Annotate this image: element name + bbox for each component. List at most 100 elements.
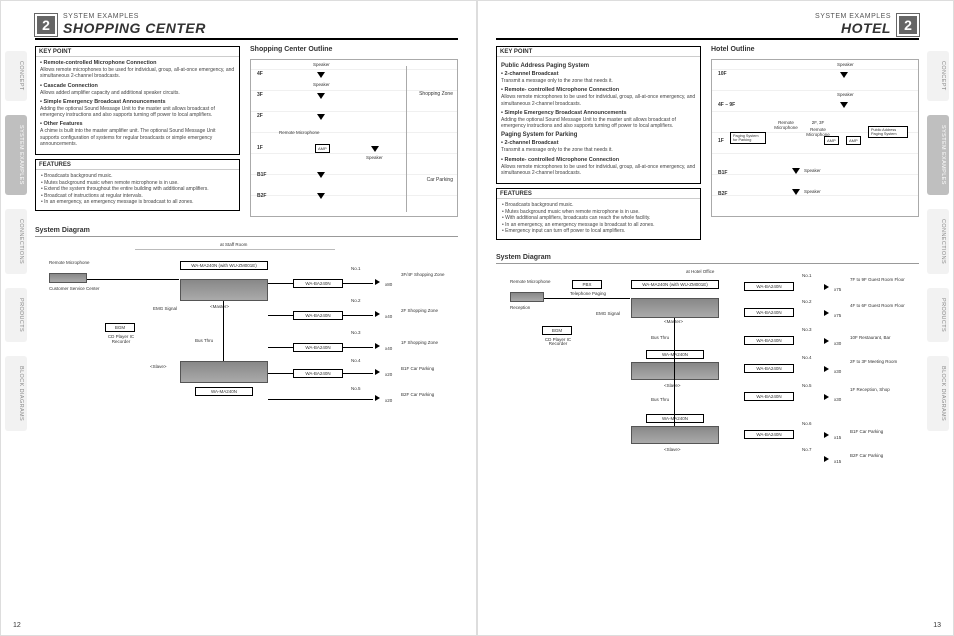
tab-connections[interactable]: CONNECTIONS [5,209,27,274]
out-no: No.1 [802,274,812,279]
tab-products[interactable]: PRODUCTS [5,288,27,342]
amp-label: AMP [846,136,861,145]
speaker-icon [375,343,380,349]
floors23-label: 2F, 3F [804,120,832,125]
slave-label: <Slave> [664,384,681,389]
speaker-icon [824,338,829,344]
out-zone: 1F Reception, Shop [850,388,914,393]
tel-paging-label: Telephone Paging [566,292,610,297]
reception-label: Reception [510,306,530,311]
slave-unit-icon [631,426,719,444]
kp-desc: Adding the optional Sound Message Unit t… [40,106,235,119]
out-mult: x30 [834,398,841,403]
key-point-box: KEY POINT Public Address Paging System 2… [496,46,701,184]
out-mult: x20 [385,373,392,378]
remote-mic-label: Remote Microphone [510,280,551,285]
feature-item: Extend the system throughout the entire … [41,186,235,193]
out-mult: x20 [385,399,392,404]
feature-item: Emergency input can turn off power to lo… [502,228,696,235]
speaker-icon [824,310,829,316]
speaker-icon [792,168,800,174]
out-mult: x75 [834,314,841,319]
features-title: FEATURES [36,160,239,170]
system-diagram-title: System Diagram [496,254,919,264]
remote-mic-unit [510,292,544,302]
kp-group-title: Paging System for Parking [501,132,696,138]
speaker-icon [824,456,829,462]
section-number-badge: 2 [897,14,919,36]
amp-box: WA-BA240N [744,430,794,439]
outline-title: Shopping Center Outline [250,46,458,53]
page-number: 13 [933,622,941,629]
speaker-icon [375,395,380,401]
main-unit-box: WA-MA240N (with WU-ZM001E) [631,280,719,289]
speaker-label: Speaker [837,92,854,97]
tab-block-diagrams[interactable]: BLOCK DIAGRAMS [927,356,949,431]
bgm-src-label: CD Player IC Recorder [99,335,143,345]
floor-label: 2F [257,113,263,119]
outline-diagram: 10F 4F – 9F 1F B1F B2F Speaker Speaker P… [711,59,919,217]
speaker-label: Speaker [837,62,854,67]
page-title: HOTEL [496,20,891,36]
amp-label: AMP [315,144,330,153]
out-no: No.4 [351,359,361,364]
remote-mic-label: Remote Microphone [770,120,802,130]
speaker-icon [375,311,380,317]
slave-unit-icon [631,362,719,380]
main-unit-box: WA-MA240N (with WU-ZM001E) [180,261,268,270]
remote-mic-label: Remote Microphone [279,130,320,135]
kp-desc: Adding the optional Sound Message Unit t… [501,117,696,130]
slave-unit-box: WA-MA240N [195,387,253,396]
kp-desc: Allows remote microphones to be used for… [501,94,696,107]
customer-label: Customer Service Center [49,287,100,292]
tab-concept[interactable]: CONCEPT [5,51,27,101]
out-zone: 2F to 3F Meeting Room [850,360,914,365]
out-zone: 7F to 9F Guest Room Floor [850,278,914,283]
system-diagram: at Hotel Office Remote Microphone Recept… [496,270,919,495]
out-zone: 4F to 6F Guest Room Floor [850,304,914,309]
speaker-icon [317,72,325,78]
out-mult: x75 [834,288,841,293]
tab-system-examples[interactable]: SYSTEM EXAMPLES [927,115,949,195]
kp-desc: Transmit a message only to the zone that… [501,78,696,84]
out-no: No.3 [351,331,361,336]
bgm-box: BGM [105,323,135,332]
tab-connections[interactable]: CONNECTIONS [927,209,949,274]
speaker-icon [840,102,848,108]
out-no: No.3 [802,328,812,333]
floor-label: 4F [257,71,263,77]
speaker-label: Speaker [313,62,330,67]
tab-concept[interactable]: CONCEPT [927,51,949,101]
out-mult: x15 [834,436,841,441]
tab-products[interactable]: PRODUCTS [927,288,949,342]
speaker-icon [824,284,829,290]
kp-head: 2-channel Broadcast [501,71,696,77]
out-no: No.4 [802,356,812,361]
zone-label: Shopping Zone [419,92,453,98]
outline-title: Hotel Outline [711,46,919,53]
tab-system-examples[interactable]: SYSTEM EXAMPLES [5,115,27,195]
main-unit-icon [180,279,268,301]
amp-box: WA-BA240N [744,282,794,291]
section-number-badge: 2 [35,14,57,36]
amp-box: WA-BA240N [293,369,343,378]
section-category: SYSTEM EXAMPLES [496,13,891,20]
kp-head: Remote- controlled Microphone Connection [501,157,696,163]
page-right: CONCEPT SYSTEM EXAMPLES CONNECTIONS PROD… [477,0,954,636]
speaker-icon [375,279,380,285]
floor-label: 1F [257,145,263,151]
slave-label: <Slave> [150,365,167,370]
kp-desc: Allows remote microphones to be used for… [501,164,696,177]
features-title: FEATURES [497,189,700,199]
features-box: FEATURES Broadcasts background music. Mu… [496,188,701,240]
tab-block-diagrams[interactable]: BLOCK DIAGRAMS [5,356,27,431]
floor-label: 1F [718,138,724,144]
out-mult: x30 [834,342,841,347]
speaker-icon [317,93,325,99]
page-title: SHOPPING CENTER [63,20,458,36]
out-no: No.5 [351,387,361,392]
kp-desc: Allows added amplifier capacity and addi… [40,90,235,96]
slave-unit-box: WA-MA240N [646,350,704,359]
page-header-left: 2 SYSTEM EXAMPLES SHOPPING CENTER [35,13,458,40]
speaker-icon [317,193,325,199]
